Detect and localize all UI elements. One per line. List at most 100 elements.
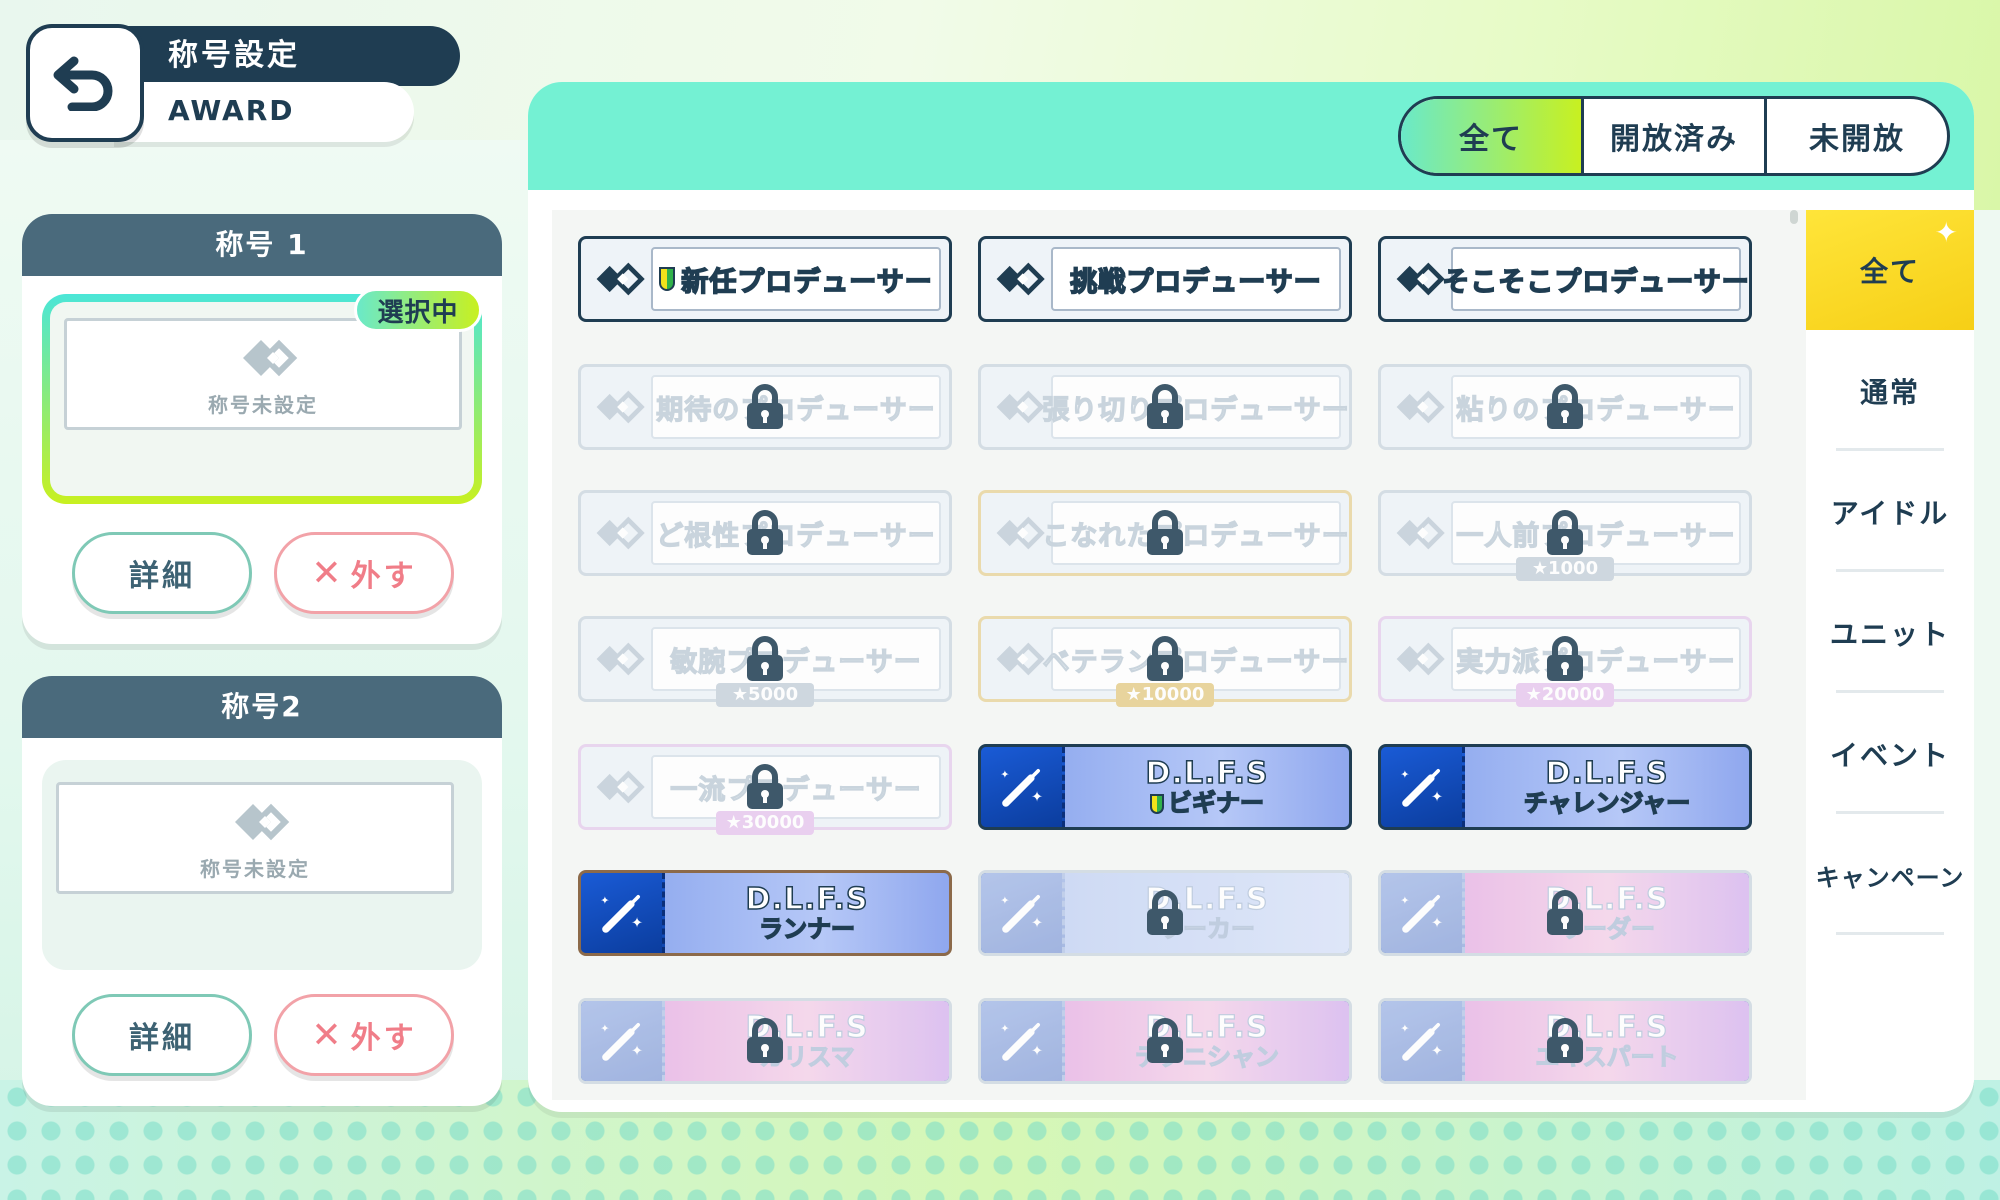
panel-header: 全て 開放済み 未開放 <box>528 82 1974 190</box>
filter-tab-unlocked[interactable]: 開放済み <box>1581 99 1764 173</box>
award-plate[interactable]: 粘りのプロデューサー <box>1378 364 1752 450</box>
dlfs-award-name: D.L.F.S テクニシャン <box>1065 1001 1349 1081</box>
dlfs-award-plate[interactable]: ✦ ✦ D.L.F.S ワーカー <box>978 870 1352 956</box>
svg-text:✦: ✦ <box>600 894 609 907</box>
svg-text:✦: ✦ <box>1400 768 1409 781</box>
detail-button-label: 詳細 <box>129 559 195 594</box>
award-name: 粘りのプロデューサー <box>1451 375 1741 439</box>
dlfs-award-plate[interactable]: ✦ ✦ D.L.F.S カリスマ <box>578 998 952 1084</box>
lock-icon <box>1145 509 1185 557</box>
slot-header: 称号2 <box>22 676 502 738</box>
back-button[interactable] <box>26 24 144 142</box>
svg-text:✦: ✦ <box>631 1043 643 1059</box>
award-plate[interactable]: ベテランプロデューサー ★10000 <box>978 616 1352 707</box>
filter-tab-locked[interactable]: 未開放 <box>1764 99 1947 173</box>
award-name: 一流プロデューサー <box>651 755 941 819</box>
award-name: ど根性プロデューサー <box>651 501 941 565</box>
dlfs-award-name: D.L.F.S ワーカー <box>1065 873 1349 953</box>
lock-icon <box>1145 635 1185 683</box>
award-plate[interactable]: 実力派プロデューサー ★20000 <box>1378 616 1752 707</box>
award-name: 期待のプロデューサー <box>651 375 941 439</box>
dlfs-award-plate[interactable]: ✦ ✦ D.L.F.S ランナー <box>578 870 952 956</box>
award-name-text: 粘りのプロデューサー <box>1456 394 1736 426</box>
award-name: 新任プロデューサー <box>651 247 941 311</box>
penlight-icon: ✦ ✦ <box>581 873 665 953</box>
award-plate[interactable]: 一人前プロデューサー ★1000 <box>1378 490 1752 581</box>
award-name-text: ど根性プロデューサー <box>656 520 936 552</box>
lock-icon <box>745 635 785 683</box>
award-name: ベテランプロデューサー <box>1042 627 1349 691</box>
dlfs-award-plate[interactable]: ✦ ✦ D.L.F.S チャレンジャー <box>1378 744 1752 830</box>
category-tab[interactable]: アイドル <box>1806 452 1974 572</box>
screen-subtitle: AWARD <box>114 82 414 142</box>
award-plate[interactable]: ど根性プロデューサー <box>578 490 952 576</box>
dlfs-award-plate[interactable]: ✦ ✦ D.L.F.S テクニシャン <box>978 998 1352 1084</box>
award-name-text: そこそこプロデューサー <box>1441 266 1750 299</box>
lock-icon <box>745 509 785 557</box>
award-plate[interactable]: 期待のプロデューサー <box>578 364 952 450</box>
dlfs-award-line1: D.L.F.S <box>745 882 869 917</box>
penlight-icon: ✦ ✦ <box>1381 1001 1465 1081</box>
svg-text:✦: ✦ <box>1031 789 1043 805</box>
requirement-badge: ★1000 <box>1516 557 1614 581</box>
award-diamond-icon <box>589 247 649 311</box>
svg-text:✦: ✦ <box>1431 1043 1443 1059</box>
award-plate[interactable]: そこそこプロデューサー <box>1378 236 1752 322</box>
svg-text:✦: ✦ <box>1000 1022 1009 1035</box>
category-divider <box>1836 569 1944 572</box>
lock-icon <box>745 1017 785 1065</box>
filter-tab-all[interactable]: 全て <box>1401 99 1581 173</box>
category-tab[interactable]: 全て ✦ <box>1806 210 1974 330</box>
dlfs-award-plate[interactable]: ✦ ✦ D.L.F.S エキスパート <box>1378 998 1752 1084</box>
requirement-badge: ★30000 <box>716 811 814 835</box>
award-name: こなれたプロデューサー <box>1042 501 1349 565</box>
svg-text:✦: ✦ <box>1031 1043 1043 1059</box>
award-diamond-icon <box>589 755 649 819</box>
award-diamond-icon <box>1389 627 1449 691</box>
award-diamond-icon <box>989 501 1049 565</box>
penlight-icon: ✦ ✦ <box>1381 747 1465 827</box>
award-plate[interactable]: 挑戦プロデューサー <box>978 236 1352 322</box>
detail-button[interactable]: 詳細 <box>72 532 252 614</box>
empty-award-text: 称号未設定 <box>200 856 310 881</box>
award-plate[interactable]: 張り切りプロデューサー <box>978 364 1352 450</box>
award-plate[interactable]: 一流プロデューサー ★30000 <box>578 744 952 835</box>
dlfs-award-name: D.L.F.S エキスパート <box>1465 1001 1749 1081</box>
category-tab[interactable]: 通常 <box>1806 331 1974 451</box>
slot-2-frame[interactable]: 称号未設定 <box>42 760 482 970</box>
award-diamond-icon <box>589 375 649 439</box>
remove-button-label: 外す <box>350 1021 417 1056</box>
award-diamond-icon <box>589 501 649 565</box>
award-name-text: 張り切りプロデューサー <box>1042 394 1350 426</box>
requirement-badge: ★20000 <box>1516 683 1614 707</box>
award-diamond-icon <box>589 627 649 691</box>
award-grid[interactable]: 新任プロデューサー 挑戦プロデューサー そこそこプロデューサー期待のプロデューサー 張… <box>552 210 1806 1100</box>
svg-text:✦: ✦ <box>600 1022 609 1035</box>
filter-tabs: 全て 開放済み 未開放 <box>1398 96 1950 176</box>
screen-title: 称号設定 <box>114 26 460 86</box>
award-plate[interactable]: 新任プロデューサー <box>578 236 952 322</box>
dlfs-award-plate[interactable]: ✦ ✦ D.L.F.S リーダー <box>1378 870 1752 956</box>
award-name-text: 一人前プロデューサー <box>1456 520 1736 552</box>
sparkle-icon: ✦ <box>1934 216 1960 249</box>
award-plate[interactable]: 敏腕プロデューサー ★5000 <box>578 616 952 707</box>
award-plate[interactable]: こなれたプロデューサー <box>978 490 1352 576</box>
detail-button[interactable]: 詳細 <box>72 994 252 1076</box>
lock-icon <box>1545 889 1585 937</box>
svg-text:✦: ✦ <box>1400 1022 1409 1035</box>
dlfs-award-plate[interactable]: ✦ ✦ D.L.F.S ビギナー <box>978 744 1352 830</box>
remove-button[interactable]: ✕ 外す <box>274 532 454 614</box>
remove-button[interactable]: ✕ 外す <box>274 994 454 1076</box>
dlfs-award-line2: ランナー <box>758 916 856 942</box>
category-tab[interactable]: イベント <box>1806 694 1974 814</box>
svg-text:✦: ✦ <box>1031 915 1043 931</box>
scrollbar-thumb[interactable] <box>1790 210 1798 224</box>
slot-1-frame[interactable]: 称号未設定 選択中 <box>42 288 482 504</box>
award-name-text: 一流プロデューサー <box>670 774 922 806</box>
penlight-icon: ✦ ✦ <box>981 873 1065 953</box>
category-tab[interactable]: キャンペーン <box>1806 815 1974 935</box>
dlfs-award-name: D.L.F.S ビギナー <box>1065 747 1349 827</box>
category-tab[interactable]: ユニット <box>1806 573 1974 693</box>
penlight-icon: ✦ ✦ <box>1381 873 1465 953</box>
dlfs-award-name: D.L.F.S ランナー <box>665 873 949 953</box>
